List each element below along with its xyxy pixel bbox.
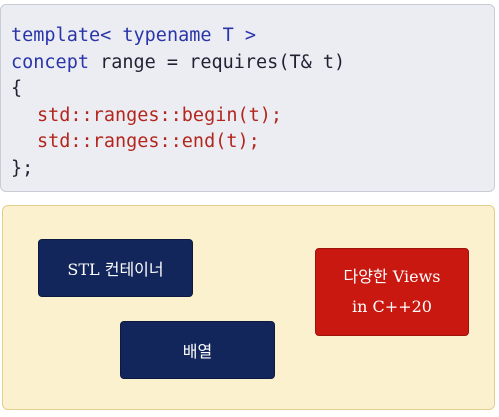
code-concept-keyword: concept xyxy=(11,51,89,73)
views-box: 다양한 Views in C++20 xyxy=(315,248,469,336)
code-template-keyword: template< xyxy=(11,25,112,46)
code-open-brace: { xyxy=(11,78,23,99)
code-line-4: std::ranges::begin(t); xyxy=(11,103,345,130)
code-block: template< typename T > concept range = re… xyxy=(11,23,345,182)
array-box: 배열 xyxy=(120,321,275,379)
code-template-param: T > xyxy=(211,25,257,46)
views-label-line-1: 다양한 Views xyxy=(343,267,441,286)
code-line-2: concept range = requires(T& t) xyxy=(11,50,345,77)
stl-container-box: STL 컨테이너 xyxy=(38,239,193,297)
code-line-1: template< typename T > xyxy=(11,23,345,50)
array-label: 배열 xyxy=(182,342,213,361)
code-panel: template< typename T > concept range = re… xyxy=(0,4,495,192)
stl-container-label: STL 컨테이너 xyxy=(67,260,164,279)
diagram-panel: STL 컨테이너 배열 다양한 Views in C++20 xyxy=(2,205,495,410)
code-end-call: std::ranges::end(t); xyxy=(37,131,260,152)
code-begin-call: std::ranges::begin(t); xyxy=(37,104,283,126)
code-concept-definition: range = requires(T& t) xyxy=(88,51,346,73)
views-label-line-2: in C++20 xyxy=(352,297,432,316)
code-close-brace: }; xyxy=(11,157,34,179)
code-typename-keyword: typename xyxy=(111,25,212,46)
code-line-5: std::ranges::end(t); xyxy=(11,129,345,156)
